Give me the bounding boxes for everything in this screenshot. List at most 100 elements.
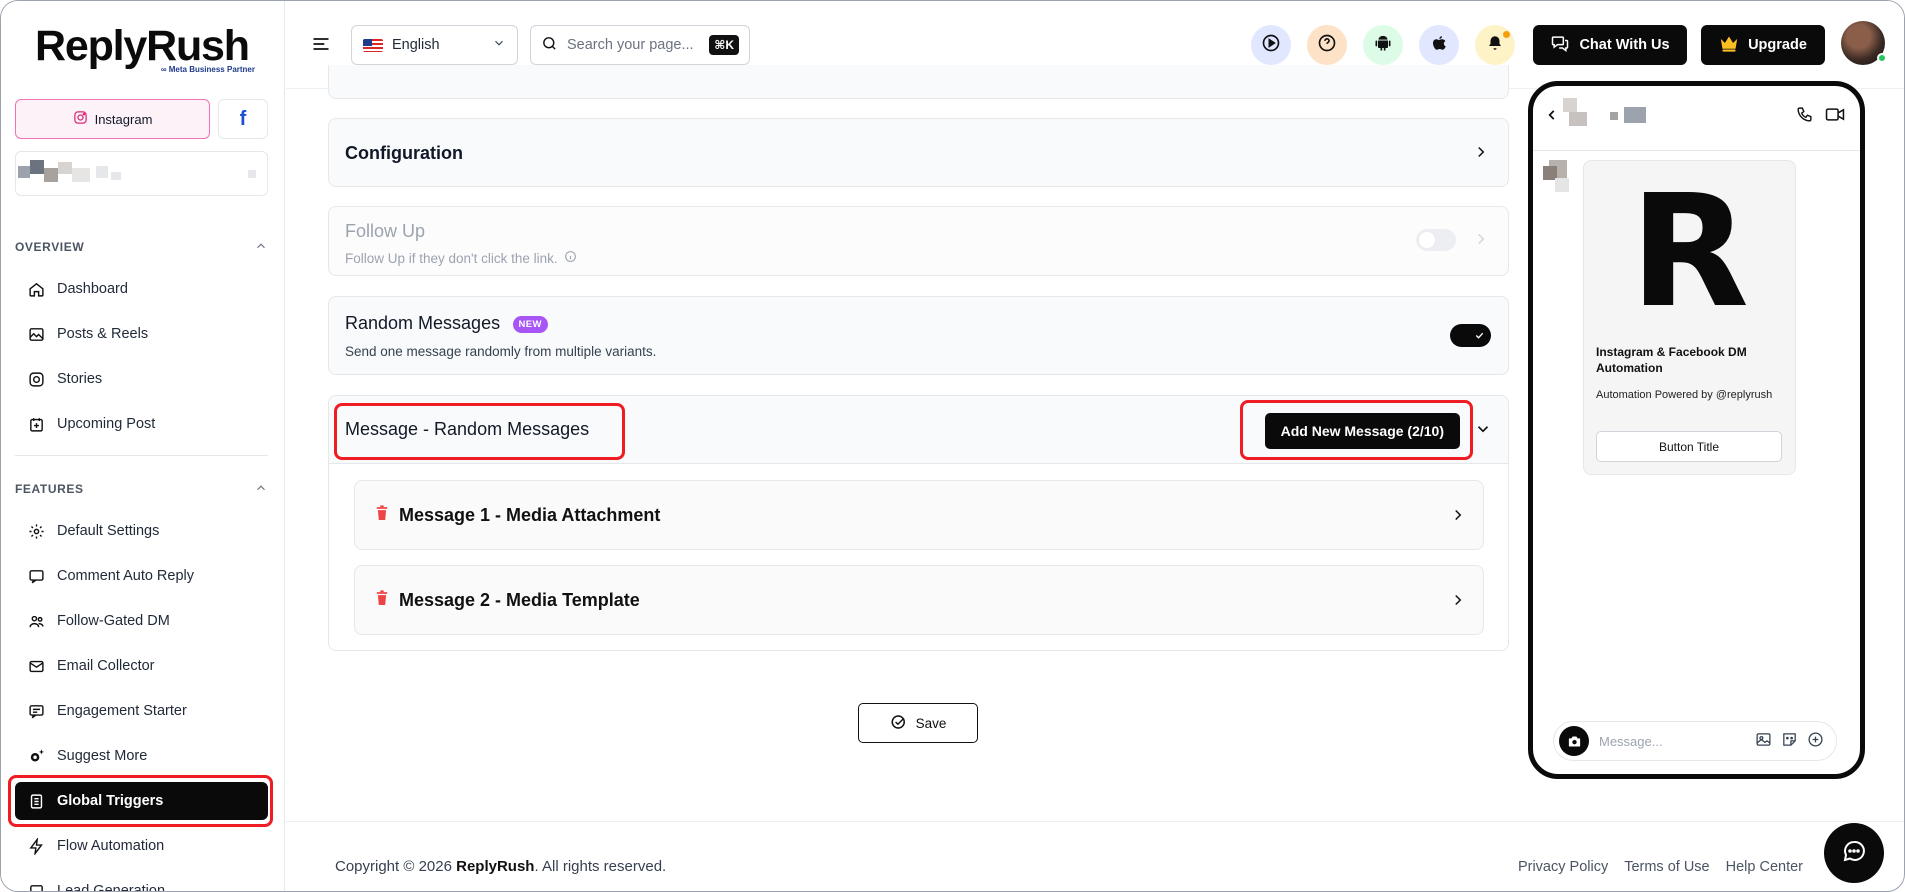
privacy-policy-link[interactable]: Privacy Policy: [1518, 859, 1608, 875]
sidebar-item-global-triggers[interactable]: Global Triggers: [15, 782, 268, 820]
blurred-name: [1610, 112, 1618, 120]
sidebar-item-dashboard[interactable]: Dashboard: [15, 270, 268, 308]
sidebar-item-email-collector[interactable]: Email Collector: [15, 647, 268, 685]
chat-with-us-button[interactable]: Chat With Us: [1533, 25, 1687, 65]
sidebar-item-upcoming-post[interactable]: Upcoming Post: [15, 405, 268, 443]
home-icon: [27, 280, 45, 298]
preview-message-input[interactable]: Message...: [1553, 721, 1837, 761]
language-select[interactable]: English: [351, 25, 518, 65]
follow-up-description: Follow Up if they don't click the link.: [345, 250, 577, 266]
android-icon: [1373, 33, 1393, 58]
sidebar-item-comment-auto-reply[interactable]: Comment Auto Reply: [15, 557, 268, 595]
help-center-link[interactable]: Help Center: [1726, 859, 1803, 875]
sidebar-item-suggest-more[interactable]: Suggest More: [15, 737, 268, 775]
apple-icon: [1430, 34, 1448, 57]
save-button[interactable]: Save: [858, 703, 978, 743]
lightning-icon: [27, 837, 45, 855]
add-new-message-button[interactable]: Add New Message (2/10): [1264, 413, 1460, 449]
instagram-platform-button[interactable]: Instagram: [15, 99, 210, 139]
trash-icon[interactable]: [375, 504, 389, 526]
blurred-name: [111, 172, 121, 180]
terms-of-use-link[interactable]: Terms of Use: [1624, 859, 1709, 875]
overview-section-toggle[interactable]: OVERVIEW: [15, 237, 268, 257]
configuration-card[interactable]: Configuration: [328, 118, 1509, 187]
sidebar-item-label: Posts & Reels: [57, 326, 149, 342]
chevron-up-icon: [254, 239, 268, 256]
video-tutorial-button[interactable]: [1251, 25, 1291, 65]
configuration-title: Configuration: [345, 143, 463, 163]
sidebar-item-label: Default Settings: [57, 523, 160, 539]
gallery-icon[interactable]: [1755, 731, 1772, 751]
sidebar-item-label: Stories: [57, 371, 103, 387]
sidebar-item-engagement-starter[interactable]: Engagement Starter: [15, 692, 268, 730]
camera-icon[interactable]: [1559, 726, 1589, 756]
copyright: Copyright © 2026 ReplyRush. All rights r…: [335, 858, 666, 875]
save-label: Save: [915, 715, 947, 731]
blurred-avatar: [1563, 98, 1577, 112]
menu-toggle-icon[interactable]: [311, 34, 331, 54]
chevron-down-icon[interactable]: [1474, 420, 1492, 443]
random-messages-description: Send one message randomly from multiple …: [345, 344, 657, 359]
message-section-header[interactable]: Message - Random Messages Add New Messag…: [329, 396, 1508, 464]
upgrade-button[interactable]: Upgrade: [1701, 25, 1825, 65]
search-icon: [541, 35, 558, 56]
sidebar-item-follow-gated-dm[interactable]: Follow-Gated DM: [15, 602, 268, 640]
blurred-name: [58, 162, 72, 174]
chat-bubbles-icon: [1550, 33, 1570, 57]
us-flag-icon: [363, 38, 383, 52]
ios-app-button[interactable]: [1419, 25, 1459, 65]
overview-label: OVERVIEW: [15, 240, 85, 254]
sidebar-divider: [15, 455, 268, 456]
message-row-1[interactable]: Message 1 - Media Attachment: [354, 480, 1484, 550]
chevron-up-icon: [254, 481, 268, 498]
search-shortcut: ⌘K: [709, 35, 739, 55]
check-icon: [1475, 332, 1484, 339]
facebook-platform-button[interactable]: f: [218, 99, 268, 139]
sidebar-item-label: Suggest More: [57, 748, 148, 764]
sidebar-item-stories[interactable]: Stories: [15, 360, 268, 398]
sidebar-item-lead-generation[interactable]: Lead Generation: [15, 872, 268, 891]
help-button[interactable]: [1307, 25, 1347, 65]
comment-icon: [27, 567, 45, 585]
copyright-suffix: . All rights reserved.: [534, 858, 667, 875]
document-icon: [27, 792, 45, 810]
random-messages-card: Random Messages NEW Send one message ran…: [328, 296, 1509, 375]
notifications-button[interactable]: [1475, 25, 1515, 65]
follow-up-toggle[interactable]: [1416, 229, 1456, 251]
trash-icon[interactable]: [375, 589, 389, 611]
blurred-avatar: [30, 160, 44, 174]
message-label: Message 2 - Media Template: [399, 589, 640, 610]
sidebar-item-posts-reels[interactable]: Posts & Reels: [15, 315, 268, 353]
android-app-button[interactable]: [1363, 25, 1403, 65]
app-frame: ReplyRush ∞ Meta Business Partner Instag…: [0, 0, 1905, 892]
plus-circle-icon[interactable]: [1807, 731, 1824, 751]
preview-card-button[interactable]: Button Title: [1596, 431, 1782, 462]
input-actions: [1755, 731, 1836, 751]
follow-up-desc-text: Follow Up if they don't click the link.: [345, 250, 558, 266]
video-call-icon: [1825, 106, 1845, 128]
phone-call-icon: [1796, 106, 1813, 128]
features-section-toggle[interactable]: FEATURES: [15, 479, 268, 499]
blurred-avatar: [1569, 112, 1587, 126]
sticker-icon[interactable]: [1781, 731, 1798, 751]
sidebar-item-default-settings[interactable]: Default Settings: [15, 512, 268, 550]
facebook-icon: f: [239, 107, 247, 130]
bell-icon: [1486, 34, 1504, 57]
sidebar-item-flow-automation[interactable]: Flow Automation: [15, 827, 268, 865]
info-icon[interactable]: [564, 250, 577, 266]
back-arrow-icon: [1545, 108, 1559, 127]
blurred-indicator: [248, 170, 256, 178]
message-random-section: Message - Random Messages Add New Messag…: [328, 395, 1509, 651]
preview-message-card: R Instagram & Facebook DM Automation Aut…: [1583, 160, 1796, 475]
account-selector[interactable]: [15, 151, 268, 196]
footer-links: Privacy Policy Terms of Use Help Center: [1518, 859, 1803, 875]
message-row-2[interactable]: Message 2 - Media Template: [354, 565, 1484, 635]
crown-icon: [1719, 34, 1739, 56]
platform-switcher: Instagram f: [15, 99, 268, 139]
users-icon: [27, 612, 45, 630]
support-chat-button[interactable]: [1824, 823, 1884, 883]
random-messages-toggle[interactable]: [1450, 324, 1491, 347]
brand-logo[interactable]: ReplyRush ∞ Meta Business Partner: [35, 25, 255, 77]
search-input[interactable]: Search your page... ⌘K: [530, 25, 750, 65]
chevron-right-icon: [1449, 506, 1467, 529]
